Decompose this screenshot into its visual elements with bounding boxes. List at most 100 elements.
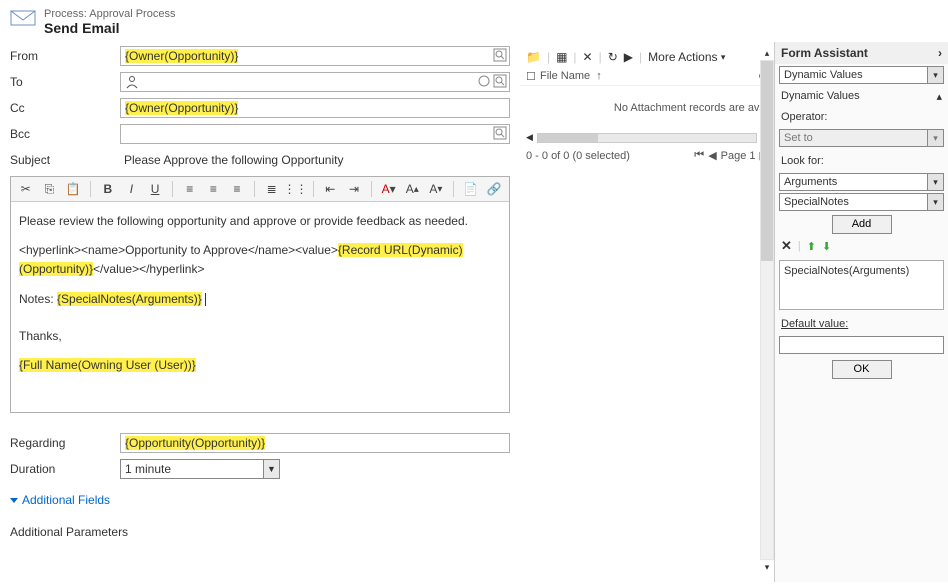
fa-title: Form Assistant xyxy=(781,46,868,60)
page-header: Process: Approval Process Send Email xyxy=(0,0,948,42)
numbered-list-icon[interactable]: ≣ xyxy=(263,180,281,198)
attachment-columns: ☐ File Name ↑ ⟳ xyxy=(520,68,774,86)
lookup-icon[interactable] xyxy=(493,74,507,88)
notes-label: Notes: xyxy=(19,292,57,306)
dropdown-icon[interactable]: ▼ xyxy=(263,460,279,478)
align-left-icon[interactable]: ≡ xyxy=(181,180,199,198)
resolve-icon[interactable] xyxy=(477,74,491,88)
grid-icon[interactable]: ▦ xyxy=(556,50,567,64)
body-editor: ✂ ⎘ 📋 B I U ≡ ≡ ≡ ≣ ⋮⋮ ⇤ ⇥ A▾ A▴ A xyxy=(10,176,510,413)
dropdown-icon[interactable]: ▾ xyxy=(927,194,943,210)
collapse-icon xyxy=(10,498,18,503)
record-count: 0 - 0 of 0 (0 selected) xyxy=(526,150,630,162)
operator-select[interactable]: Set to ▾ xyxy=(779,129,944,147)
editor-toolbar: ✂ ⎘ 📋 B I U ≡ ≡ ≡ ≣ ⋮⋮ ⇤ ⇥ A▾ A▴ A xyxy=(11,177,509,202)
body-notes: Notes: {SpecialNotes(Arguments)} xyxy=(19,290,501,309)
move-down-icon[interactable]: ⬇ xyxy=(822,240,831,253)
dropdown-icon[interactable]: ▾ xyxy=(927,174,943,190)
cc-input[interactable]: {Owner(Opportunity)} xyxy=(120,98,510,118)
underline-icon[interactable]: U xyxy=(146,180,164,198)
from-input[interactable]: {Owner(Opportunity)} xyxy=(120,46,510,66)
fa-section-header[interactable]: Dynamic Values ▴ xyxy=(781,90,942,107)
first-page-icon[interactable]: ⏮ xyxy=(694,149,704,162)
refresh-icon[interactable]: ↻ xyxy=(608,50,618,64)
lookfor-select-2[interactable]: SpecialNotes ▾ xyxy=(779,193,944,211)
outdent-icon[interactable]: ⇤ xyxy=(322,180,340,198)
page-title: Send Email xyxy=(44,20,175,36)
align-right-icon[interactable]: ≡ xyxy=(228,180,246,198)
bullet-list-icon[interactable]: ⋮⋮ xyxy=(287,180,305,198)
separator xyxy=(313,181,314,197)
dropdown-icon[interactable]: ▾ xyxy=(927,67,943,83)
duration-label: Duration xyxy=(10,462,120,476)
lookfor-select-1[interactable]: Arguments ▾ xyxy=(779,173,944,191)
run-icon[interactable]: ▶ xyxy=(624,50,633,64)
delete-icon[interactable]: ✕ xyxy=(583,50,593,64)
form-assistant-panel: Form Assistant › Dynamic Values ▾ Dynami… xyxy=(774,42,948,582)
page-label: Page 1 xyxy=(721,150,756,162)
separator xyxy=(453,181,454,197)
insert-icon[interactable]: 📄 xyxy=(462,180,480,198)
filename-column[interactable]: File Name ↑ xyxy=(540,70,759,83)
more-actions-menu[interactable]: More Actions ▾ xyxy=(648,50,725,64)
scroll-down-icon[interactable]: ▾ xyxy=(760,560,774,574)
dropdown-icon[interactable]: ▾ xyxy=(927,130,943,146)
expand-icon[interactable]: › xyxy=(938,46,942,60)
vertical-scroll[interactable]: ▴ ▾ xyxy=(760,46,774,574)
subject-value: Please Approve the following Opportunity xyxy=(124,153,343,167)
prev-page-icon[interactable]: ◀ xyxy=(708,149,716,162)
subject-input[interactable]: Please Approve the following Opportunity xyxy=(120,150,510,170)
collapse-icon[interactable]: ▴ xyxy=(936,90,942,103)
scroll-up-icon[interactable]: ▴ xyxy=(760,46,774,60)
fa-top-value: Dynamic Values xyxy=(784,69,863,81)
regarding-label: Regarding xyxy=(10,436,120,450)
separator xyxy=(90,181,91,197)
body-thanks: Thanks, xyxy=(19,327,501,346)
scroll-thumb[interactable] xyxy=(538,134,598,142)
remove-icon[interactable]: ✕ xyxy=(781,238,792,254)
font-size-down-icon[interactable]: A▾ xyxy=(427,180,445,198)
form-panel: From {Owner(Opportunity)} To Cc xyxy=(0,42,520,582)
token-list[interactable]: SpecialNotes(Arguments) xyxy=(779,260,944,310)
link-icon[interactable]: 🔗 xyxy=(485,180,503,198)
lookup-icon[interactable] xyxy=(493,126,507,140)
checkbox-col[interactable]: ☐ xyxy=(526,70,540,83)
ok-button[interactable]: OK xyxy=(832,360,892,379)
bcc-input[interactable] xyxy=(120,124,510,144)
duration-select[interactable]: 1 minute ▼ xyxy=(120,459,280,479)
font-size-up-icon[interactable]: A▴ xyxy=(403,180,421,198)
editor-content[interactable]: Please review the following opportunity … xyxy=(11,202,509,412)
align-center-icon[interactable]: ≡ xyxy=(205,180,223,198)
vscroll-thumb[interactable] xyxy=(761,61,773,261)
copy-icon[interactable]: ⎘ xyxy=(41,180,59,198)
regarding-input[interactable]: {Opportunity(Opportunity)} xyxy=(120,433,510,453)
additional-fields-toggle[interactable]: Additional Fields xyxy=(10,493,510,507)
token-controls: ✕ | ⬆ ⬇ xyxy=(775,238,948,258)
italic-icon[interactable]: I xyxy=(123,180,141,198)
fa-section-label: Dynamic Values xyxy=(781,90,860,103)
attachment-body: No Attachment records are avai xyxy=(520,86,774,130)
lookup-icon[interactable] xyxy=(493,48,507,62)
scroll-track[interactable] xyxy=(537,133,757,143)
body-intro: Please review the following opportunity … xyxy=(19,212,501,231)
bold-icon[interactable]: B xyxy=(99,180,117,198)
filename-label: File Name xyxy=(540,70,590,82)
default-value-input[interactable] xyxy=(779,336,944,354)
add-button[interactable]: Add xyxy=(832,215,892,234)
attachment-hscroll[interactable]: ◀ ▶ xyxy=(520,130,774,145)
paste-icon[interactable]: 📋 xyxy=(64,180,82,198)
move-up-icon[interactable]: ⬆ xyxy=(807,240,816,253)
separator: | xyxy=(798,240,801,252)
fa-top-select[interactable]: Dynamic Values ▾ xyxy=(779,66,944,84)
scroll-left-icon[interactable]: ◀ xyxy=(526,132,533,143)
vscroll-track[interactable] xyxy=(760,60,774,560)
empty-text: No Attachment records are avai xyxy=(614,102,768,114)
additional-fields-label: Additional Fields xyxy=(22,493,110,507)
separator: | xyxy=(573,50,576,64)
new-attachment-icon[interactable]: 📁 xyxy=(526,50,541,64)
font-color-icon[interactable]: A▾ xyxy=(380,180,398,198)
from-token: {Owner(Opportunity)} xyxy=(125,49,238,63)
cut-icon[interactable]: ✂ xyxy=(17,180,35,198)
to-input[interactable] xyxy=(120,72,510,92)
indent-icon[interactable]: ⇥ xyxy=(345,180,363,198)
